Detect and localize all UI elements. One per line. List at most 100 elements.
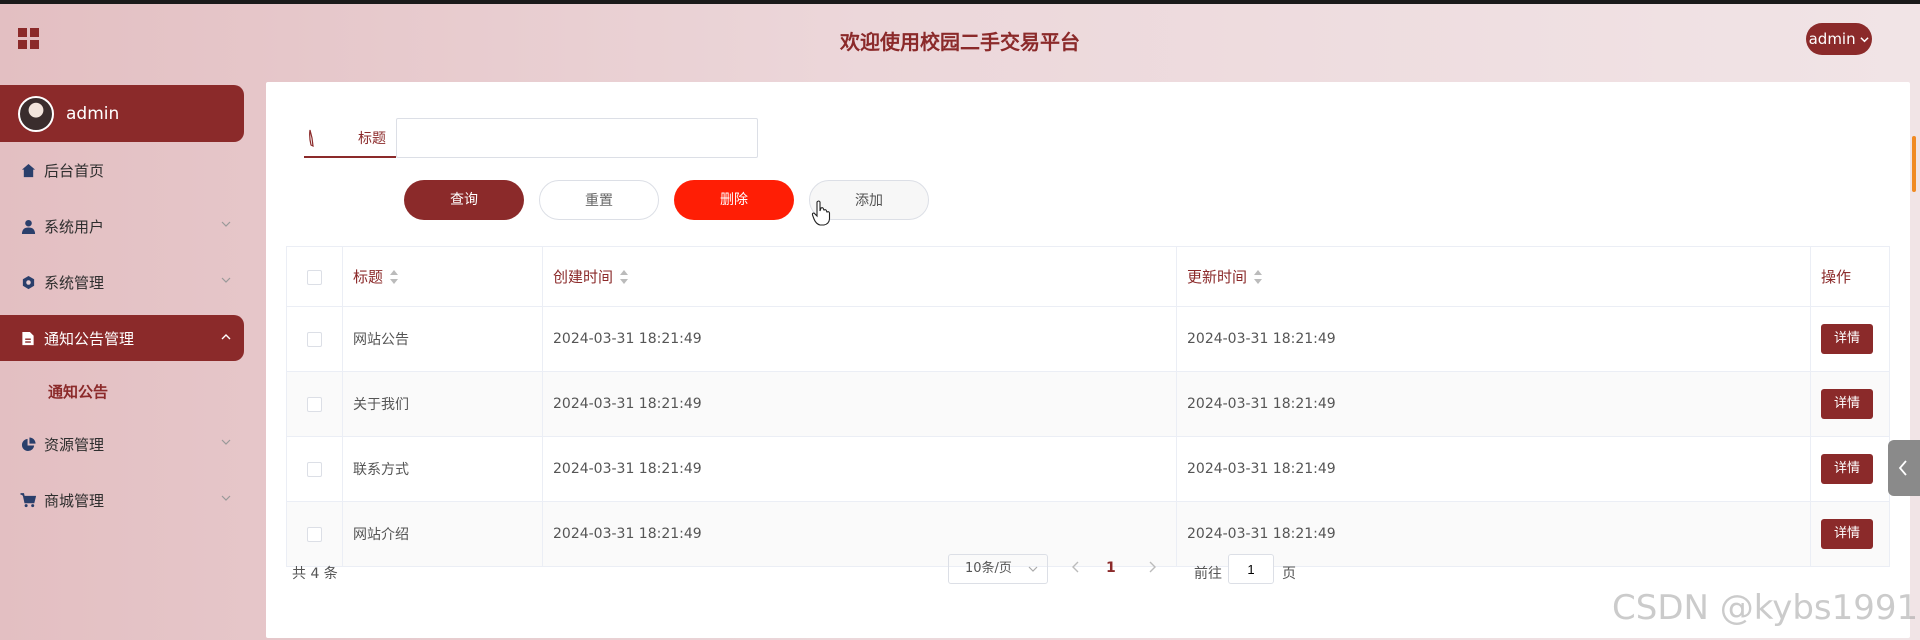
column-header-label: 创建时间 (553, 268, 614, 286)
document-icon (20, 330, 36, 346)
sidebar-item-label: 商城管理 (44, 491, 105, 510)
user-dropdown-label: admin (1808, 30, 1856, 48)
cell-title-text: 关于我们 (353, 397, 409, 413)
cell-updated-text: 2024-03-31 18:21:49 (1187, 461, 1336, 477)
chevron-down-icon (221, 277, 231, 283)
next-page-icon[interactable] (1146, 560, 1158, 574)
cell-created-text: 2024-03-31 18:21:49 (553, 461, 702, 477)
page-number-current[interactable]: 1 (1106, 560, 1116, 576)
column-header-label: 更新时间 (1187, 268, 1248, 286)
sidebar-subitem-label: 通知公告 (48, 382, 109, 401)
notice-table: 标题 创建时间 更新时间 操作 网站公告 2024-03-31 18:21:49… (286, 246, 1890, 567)
column-header-operation: 操作 (1810, 246, 1890, 307)
settings-icon (20, 274, 36, 290)
page-size-select[interactable]: 10条/页 (948, 554, 1048, 584)
cart-icon (20, 492, 36, 508)
user-dropdown-button[interactable]: admin (1806, 23, 1872, 55)
page-size-value: 10条/页 (965, 561, 1012, 576)
main-panel: 标题 查询 重置 删除 添加 标题 创建时间 更新时间 操作 网站公告 2024… (266, 82, 1910, 638)
cell-operation: 详情 (1810, 436, 1890, 502)
sidebar-item-label: 通知公告管理 (44, 329, 135, 348)
row-checkbox[interactable] (307, 526, 322, 542)
cell-created: 2024-03-31 18:21:49 (542, 371, 1177, 437)
chevron-left-icon (1898, 460, 1907, 476)
sidebar-item-label: 资源管理 (44, 435, 105, 454)
side-collapse-tab[interactable] (1888, 440, 1920, 496)
goto-suffix: 页 (1282, 566, 1296, 582)
row-check-cell (286, 371, 343, 437)
sidebar-item-shop-management[interactable]: 商城管理 (0, 472, 244, 528)
cell-title: 网站公告 (342, 306, 543, 372)
chevron-down-icon (1860, 37, 1869, 43)
cell-updated-text: 2024-03-31 18:21:49 (1187, 526, 1336, 542)
goto-page-input[interactable] (1228, 554, 1274, 584)
pie-chart-icon (20, 436, 36, 452)
total-count: 共 4 条 (292, 566, 338, 582)
cell-created-text: 2024-03-31 18:21:49 (553, 396, 702, 412)
sort-icon[interactable] (619, 269, 629, 284)
row-checkbox[interactable] (307, 396, 322, 412)
header-select-all (286, 246, 343, 307)
goto-prefix: 前往 (1194, 566, 1222, 582)
sidebar: admin 后台首页 系统用户 系统管理 通知公告管理 通知公告 资源管理 商城… (0, 85, 244, 528)
cell-title-text: 联系方式 (353, 462, 409, 478)
pen-icon (309, 129, 314, 147)
profile-name: admin (66, 103, 120, 124)
watermark: CSDN @kybs1991 (1612, 588, 1919, 628)
chevron-down-icon (1028, 566, 1038, 572)
detail-button[interactable]: 详情 (1821, 389, 1873, 419)
select-all-checkbox[interactable] (307, 269, 322, 285)
chevron-up-icon (221, 334, 231, 340)
reset-button[interactable]: 重置 (539, 180, 659, 220)
cell-updated: 2024-03-31 18:21:49 (1176, 371, 1811, 437)
sidebar-item-dashboard[interactable]: 后台首页 (0, 142, 244, 198)
sort-icon[interactable] (389, 269, 399, 284)
user-icon (20, 218, 36, 234)
cell-updated-text: 2024-03-31 18:21:49 (1187, 396, 1336, 412)
sidebar-item-label: 系统管理 (44, 273, 105, 292)
hand-cursor-icon (811, 200, 831, 226)
cell-title: 关于我们 (342, 371, 543, 437)
cell-title: 联系方式 (342, 436, 543, 502)
cell-updated: 2024-03-31 18:21:49 (1176, 436, 1811, 502)
detail-button[interactable]: 详情 (1821, 454, 1873, 484)
column-header-title[interactable]: 标题 (342, 246, 543, 307)
column-header-label: 操作 (1821, 268, 1852, 286)
cell-operation: 详情 (1810, 371, 1890, 437)
search-label-text: 标题 (358, 131, 386, 147)
sidebar-item-resource-management[interactable]: 资源管理 (0, 416, 244, 472)
delete-button[interactable]: 删除 (674, 180, 794, 220)
sidebar-item-notice-management[interactable]: 通知公告管理 (0, 315, 244, 361)
row-checkbox[interactable] (307, 331, 322, 347)
top-header: 欢迎使用校园二手交易平台 admin (0, 4, 1920, 76)
table-row: 关于我们 2024-03-31 18:21:49 2024-03-31 18:2… (286, 371, 1890, 437)
table-header-row: 标题 创建时间 更新时间 操作 (286, 246, 1890, 307)
sidebar-item-system-management[interactable]: 系统管理 (0, 254, 244, 310)
column-header-created[interactable]: 创建时间 (542, 246, 1177, 307)
row-checkbox[interactable] (307, 461, 322, 477)
cell-title-text: 网站公告 (353, 332, 409, 348)
cell-title-text: 网站介绍 (353, 527, 409, 543)
cell-created-text: 2024-03-31 18:21:49 (553, 331, 702, 347)
cell-operation: 详情 (1810, 306, 1890, 372)
vertical-scrollbar[interactable] (1912, 136, 1916, 192)
avatar (18, 95, 54, 132)
sidebar-profile[interactable]: admin (0, 85, 244, 142)
detail-button[interactable]: 详情 (1821, 519, 1873, 549)
detail-button[interactable]: 详情 (1821, 324, 1873, 354)
column-header-updated[interactable]: 更新时间 (1176, 246, 1811, 307)
prev-page-icon[interactable] (1070, 560, 1082, 574)
sidebar-item-system-users[interactable]: 系统用户 (0, 198, 244, 254)
sidebar-item-label: 后台首页 (44, 161, 105, 180)
title-search-input[interactable] (396, 118, 758, 158)
query-button[interactable]: 查询 (404, 180, 524, 220)
table-row: 联系方式 2024-03-31 18:21:49 2024-03-31 18:2… (286, 436, 1890, 502)
row-check-cell (286, 436, 343, 502)
sort-icon[interactable] (1253, 269, 1263, 284)
cell-updated-text: 2024-03-31 18:21:49 (1187, 331, 1336, 347)
sidebar-item-label: 系统用户 (44, 217, 105, 236)
sidebar-subitem-notice[interactable]: 通知公告 (0, 366, 244, 416)
cell-created: 2024-03-31 18:21:49 (542, 436, 1177, 502)
pagination: 共 4 条 10条/页 1 前往 页 (266, 552, 1910, 592)
chevron-down-icon (221, 495, 231, 501)
